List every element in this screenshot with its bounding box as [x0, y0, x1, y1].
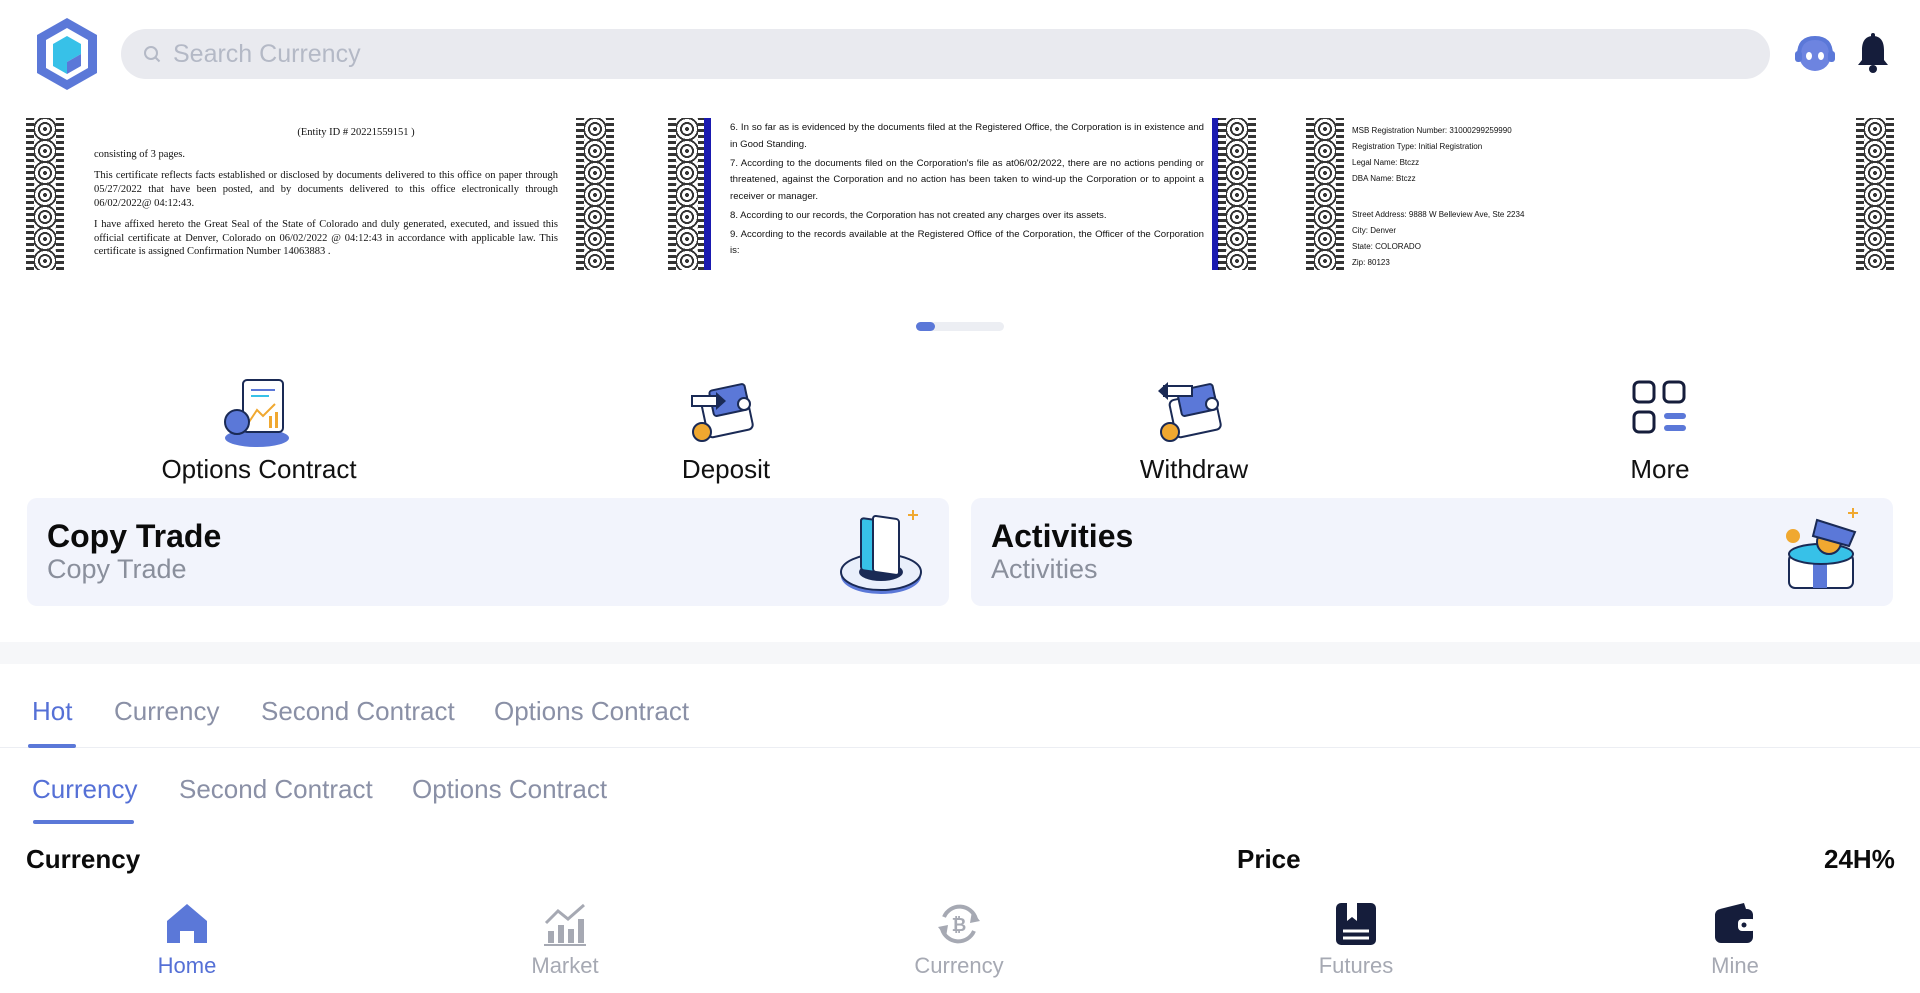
- search-bar[interactable]: [121, 29, 1770, 79]
- nav-futures[interactable]: Futures: [1276, 893, 1436, 979]
- decorative-border: [668, 118, 706, 270]
- quick-action-label: More: [1630, 454, 1690, 484]
- futures-book-icon: [1336, 903, 1376, 945]
- cert-item: 7. According to the documents filed on t…: [730, 157, 1204, 203]
- customer-support-icon[interactable]: [1794, 34, 1836, 74]
- bitcoin-exchange-icon: ₿: [938, 904, 980, 944]
- certificate-slide-1: (Entity ID # 20221559151 ) consisting of…: [26, 118, 614, 270]
- wallet-icon: [1715, 903, 1756, 943]
- svg-text:₿: ₿: [952, 915, 967, 936]
- market-chart-icon: [544, 903, 586, 946]
- quick-action-deposit[interactable]: Deposit: [596, 374, 856, 485]
- options-contract-icon: [224, 379, 289, 447]
- quick-action-more[interactable]: More: [1530, 374, 1790, 485]
- cert-item: 8. According to our records, the Corpora…: [730, 209, 1107, 221]
- legal-name: Legal Name: Btczz: [1352, 158, 1420, 167]
- card-subtitle: Copy Trade: [47, 554, 187, 584]
- decorative-border: [1306, 118, 1344, 270]
- column-header-currency: Currency: [26, 844, 141, 874]
- dba-name: DBA Name: Btczz: [1352, 174, 1416, 183]
- decorative-border: [26, 118, 64, 270]
- subtab-active-indicator: [33, 820, 134, 824]
- nav-label: Home: [157, 953, 217, 978]
- bottom-navigation: Home Market ₿ Currency Futures Mine: [0, 893, 1920, 993]
- quick-action-withdraw[interactable]: Withdraw: [1064, 374, 1324, 485]
- nav-label: Currency: [914, 953, 1004, 978]
- tab-options-contract[interactable]: Options Contract: [494, 696, 689, 727]
- tab-hot[interactable]: Hot: [32, 696, 72, 727]
- column-header-price: Price: [1237, 844, 1301, 874]
- market-subtabs: Currency Second Contract Options Contrac…: [0, 764, 1920, 826]
- page-count: consisting of 3 pages.: [94, 148, 185, 160]
- activities-gift-icon: [1786, 508, 1858, 589]
- header: [0, 0, 1920, 110]
- nav-label: Futures: [1318, 953, 1394, 978]
- quick-action-label: Deposit: [681, 454, 771, 484]
- cert-paragraph: I have affixed hereto the Great Seal of …: [94, 219, 558, 258]
- column-header-24h-change: 24H%: [1824, 844, 1895, 874]
- home-icon: [167, 904, 207, 943]
- msb-number: MSB Registration Number: 31000299259990: [1352, 126, 1512, 135]
- deposit-icon: [691, 383, 754, 442]
- cert-item: 9. According to the records available at…: [730, 228, 1204, 257]
- zip: Zip: 80123: [1352, 258, 1390, 267]
- state: State: COLORADO: [1352, 242, 1421, 251]
- decorative-border: [1856, 118, 1894, 270]
- tab-currency[interactable]: Currency: [114, 696, 219, 727]
- subtab-options-contract[interactable]: Options Contract: [412, 774, 607, 805]
- cert-item: 6. In so far as is evidenced by the docu…: [730, 122, 1204, 150]
- nav-currency[interactable]: ₿ Currency: [879, 893, 1039, 979]
- carousel-indicator[interactable]: [916, 322, 1004, 331]
- more-grid-icon: [1632, 380, 1686, 434]
- tab-second-contract[interactable]: Second Contract: [261, 696, 455, 727]
- quick-action-label: Options Contract: [161, 454, 357, 484]
- certificate-slide-2: 6. In so far as is evidenced by the docu…: [668, 118, 1256, 270]
- section-divider: [0, 642, 1920, 664]
- search-input[interactable]: [173, 39, 1673, 69]
- decorative-bar: [704, 118, 711, 270]
- nav-label: Market: [531, 953, 599, 978]
- street-address: Street Address: 9888 W Belleview Ave, St…: [1352, 210, 1525, 219]
- copy-trade-icon: [840, 510, 922, 594]
- certificate-slide-3: MSB Registration Number: 31000299259990 …: [1306, 118, 1894, 270]
- card-title: Activities: [991, 518, 1134, 554]
- nav-market[interactable]: Market: [485, 893, 645, 979]
- cert-paragraph: This certificate reflects facts establis…: [94, 170, 558, 209]
- withdraw-icon: [1158, 382, 1222, 442]
- tab-active-indicator: [28, 744, 76, 748]
- registration-type: Registration Type: Initial Registration: [1352, 142, 1483, 151]
- quick-action-label: Withdraw: [1139, 454, 1249, 484]
- activities-card[interactable]: Activities Activities: [971, 498, 1893, 606]
- search-icon: [144, 46, 161, 63]
- logo-icon[interactable]: [35, 16, 99, 92]
- card-subtitle: Activities: [991, 554, 1098, 584]
- market-tabs: Hot Currency Second Contract Options Con…: [0, 686, 1920, 748]
- subtab-second-contract[interactable]: Second Contract: [179, 774, 373, 805]
- card-title: Copy Trade: [47, 518, 222, 554]
- quick-action-options-contract[interactable]: Options Contract: [129, 374, 389, 485]
- certificate-banner[interactable]: (Entity ID # 20221559151 ) consisting of…: [0, 118, 1920, 270]
- notification-bell-icon[interactable]: [1855, 32, 1891, 74]
- decorative-border: [576, 118, 614, 270]
- city: City: Denver: [1352, 226, 1397, 235]
- copy-trade-card[interactable]: Copy Trade Copy Trade: [27, 498, 949, 606]
- subtab-currency[interactable]: Currency: [32, 774, 137, 805]
- nav-home[interactable]: Home: [107, 893, 267, 979]
- nav-label: Mine: [1711, 953, 1759, 978]
- nav-mine[interactable]: Mine: [1655, 893, 1815, 979]
- carousel-dot-active: [916, 322, 935, 331]
- entity-id: (Entity ID # 20221559151 ): [297, 127, 415, 138]
- decorative-border: [1218, 118, 1256, 270]
